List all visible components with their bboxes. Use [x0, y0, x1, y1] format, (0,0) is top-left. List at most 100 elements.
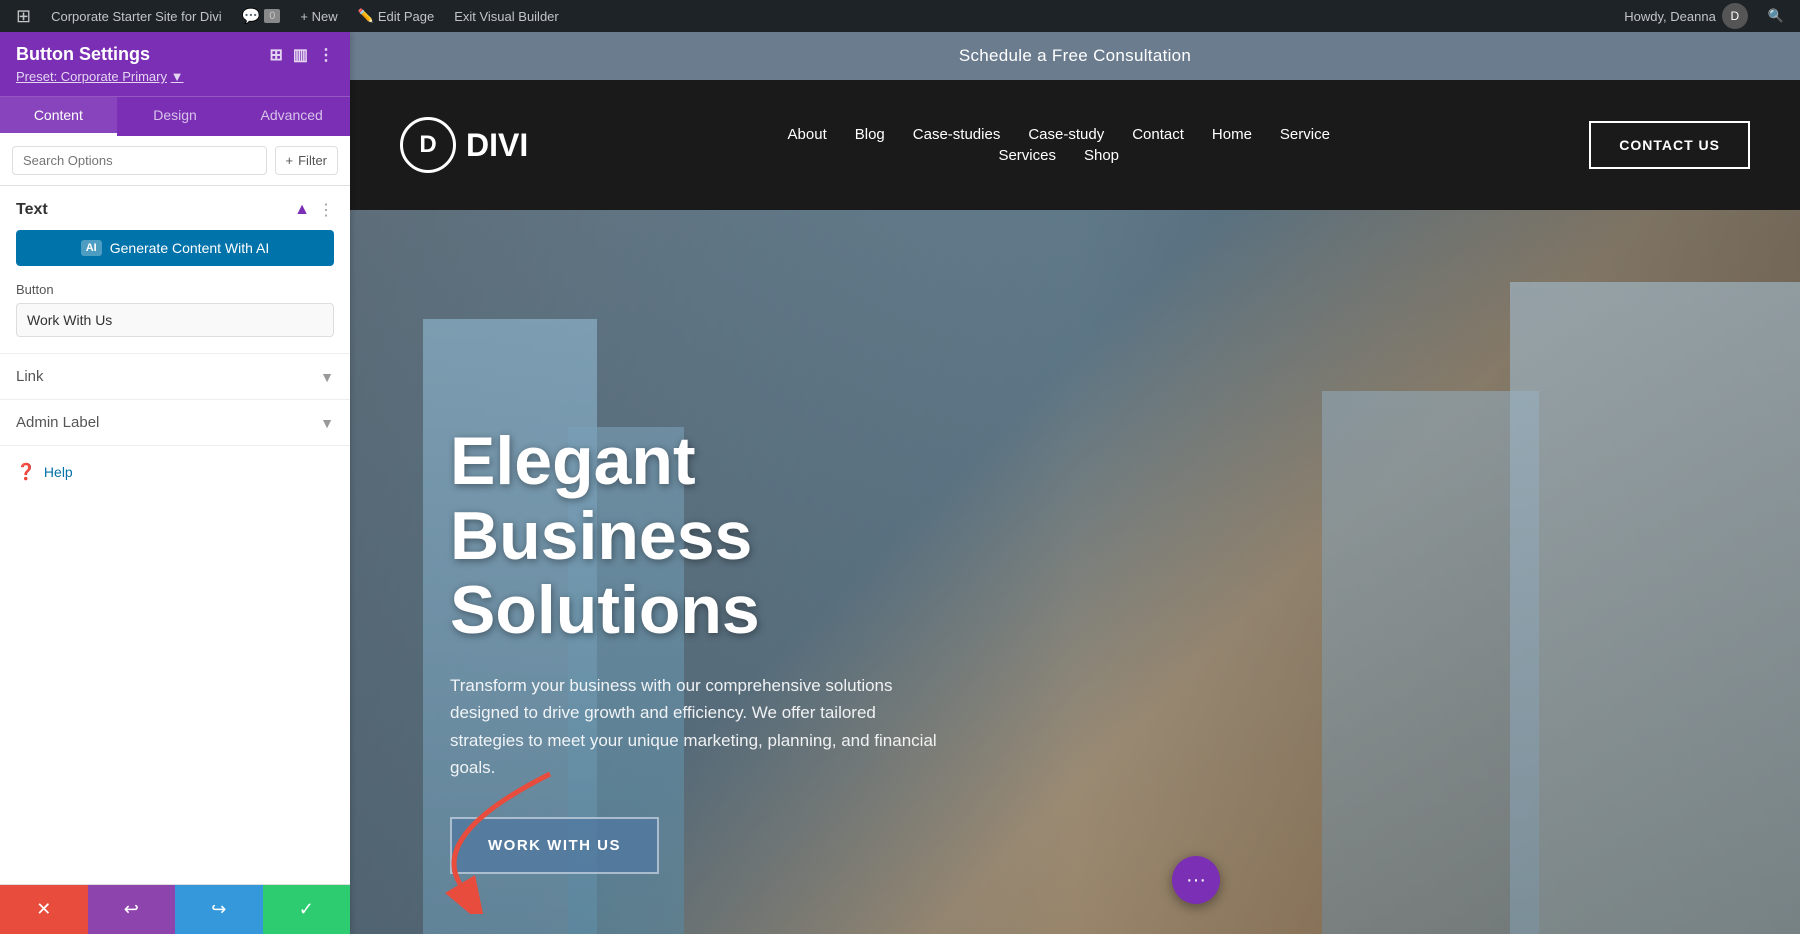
site-name-text: Corporate Starter Site for Divi: [51, 9, 222, 24]
search-options-input[interactable]: [12, 146, 267, 175]
tab-content[interactable]: Content: [0, 97, 117, 136]
undo-icon: ↩: [124, 899, 139, 920]
site-nav: About Blog Case-studies Case-study Conta…: [788, 126, 1330, 164]
logo-name: DIVI: [466, 127, 528, 164]
exit-vb-item[interactable]: Exit Visual Builder: [446, 0, 567, 32]
ai-icon-badge: AI: [81, 240, 102, 256]
admin-search-button[interactable]: 🔍: [1760, 0, 1792, 32]
panel-icon-more[interactable]: ⋮: [318, 45, 334, 65]
nav-home[interactable]: Home: [1212, 126, 1252, 143]
filter-plus-icon: +: [286, 153, 294, 168]
user-avatar: D: [1722, 3, 1748, 29]
wp-logo-item[interactable]: ⊞: [8, 0, 39, 32]
panel-icon-responsive[interactable]: ⊞: [269, 45, 282, 65]
site-preview: Schedule a Free Consultation D DIVI Abou…: [350, 32, 1800, 934]
user-menu[interactable]: Howdy, Deanna D: [1616, 0, 1756, 32]
section-dots-icon: ⋮: [318, 200, 334, 220]
chevron-up-icon: ▲: [294, 201, 310, 219]
tab-design-label: Design: [153, 107, 197, 123]
logo-letter: D: [419, 131, 436, 159]
search-icon: 🔍: [1768, 8, 1784, 24]
contact-us-label: CONTACT US: [1619, 137, 1720, 153]
hero-work-with-us-button[interactable]: WORK WITH US: [450, 817, 659, 874]
nav-services[interactable]: Services: [998, 147, 1056, 164]
nav-about[interactable]: About: [788, 126, 827, 143]
tab-content-label: Content: [34, 107, 83, 123]
site-logo: D DIVI: [400, 117, 528, 173]
close-icon: ✕: [36, 899, 51, 920]
schedule-bar-text: Schedule a Free Consultation: [959, 46, 1191, 65]
panel-title-text: Button Settings: [16, 44, 150, 65]
admin-label-header[interactable]: Admin Label ▼: [16, 400, 334, 445]
exit-vb-label: Exit Visual Builder: [454, 9, 559, 24]
redo-icon: ↪: [211, 899, 226, 920]
nav-contact[interactable]: Contact: [1132, 126, 1184, 143]
contact-us-button[interactable]: CONTACT US: [1589, 121, 1750, 169]
nav-case-study[interactable]: Case-study: [1028, 126, 1104, 143]
link-chevron-icon: ▼: [320, 369, 334, 385]
main-layout: Button Settings ⊞ ▥ ⋮ Preset: Corporate …: [0, 32, 1800, 934]
tab-advanced[interactable]: Advanced: [233, 97, 350, 136]
new-content-label: + New: [300, 9, 337, 24]
nav-row-1: About Blog Case-studies Case-study Conta…: [788, 126, 1330, 143]
comments-count: 0: [264, 9, 280, 23]
filter-button[interactable]: + Filter: [275, 146, 338, 175]
button-settings-panel: Button Settings ⊞ ▥ ⋮ Preset: Corporate …: [0, 32, 350, 934]
nav-blog[interactable]: Blog: [855, 126, 885, 143]
help-label: Help: [44, 464, 73, 480]
hero-content: Elegant Business Solutions Transform you…: [350, 384, 1050, 934]
save-button[interactable]: ✓: [263, 885, 351, 934]
panel-title-row: Button Settings ⊞ ▥ ⋮: [16, 44, 334, 65]
panel-preset-arrow: ▼: [171, 69, 184, 84]
building-right: [1510, 282, 1800, 934]
close-button[interactable]: ✕: [0, 885, 88, 934]
admin-label-text: Admin Label: [16, 414, 99, 431]
text-section-actions: ▲ ⋮: [294, 200, 334, 220]
site-header: D DIVI About Blog Case-studies Case-stud…: [350, 80, 1800, 210]
edit-page-label: Edit Page: [378, 9, 434, 24]
save-icon: ✓: [299, 899, 314, 920]
panel-content: + Filter Text ▲ ⋮ AI Generate Content Wi…: [0, 136, 350, 884]
tab-design[interactable]: Design: [117, 97, 234, 136]
panel-preset[interactable]: Preset: Corporate Primary ▼: [16, 69, 334, 84]
text-section-title: Text: [16, 201, 48, 219]
undo-button[interactable]: ↩: [88, 885, 176, 934]
building-far-right: [1322, 391, 1540, 934]
admin-label-section: Admin Label ▼: [0, 399, 350, 445]
nav-service[interactable]: Service: [1280, 126, 1330, 143]
panel-tabs: Content Design Advanced: [0, 96, 350, 136]
hero-section: Elegant Business Solutions Transform you…: [350, 210, 1800, 934]
link-section-label: Link: [16, 368, 44, 385]
hero-btn-label: WORK WITH US: [488, 837, 621, 854]
nav-shop[interactable]: Shop: [1084, 147, 1119, 164]
ai-generate-label: Generate Content With AI: [110, 240, 270, 256]
comment-icon: 💬: [242, 7, 261, 25]
panel-preset-text: Preset: Corporate Primary: [16, 69, 167, 84]
tab-advanced-label: Advanced: [261, 107, 323, 123]
floating-menu-button[interactable]: ···: [1172, 856, 1220, 904]
comments-item[interactable]: 💬 0: [234, 0, 289, 32]
panel-icon-layout[interactable]: ▥: [293, 45, 308, 65]
edit-page-item[interactable]: ✏️ Edit Page: [350, 0, 443, 32]
panel-bottom-bar: ✕ ↩ ↪ ✓: [0, 884, 350, 934]
button-text-input[interactable]: [16, 303, 334, 337]
floating-menu-icon: ···: [1186, 869, 1206, 892]
link-section: Link ▼: [0, 353, 350, 399]
admin-label-chevron-icon: ▼: [320, 415, 334, 431]
panel-header: Button Settings ⊞ ▥ ⋮ Preset: Corporate …: [0, 32, 350, 96]
edit-icon: ✏️: [358, 8, 374, 24]
redo-button[interactable]: ↪: [175, 885, 263, 934]
button-field-label: Button: [16, 282, 334, 297]
panel-title-icons: ⊞ ▥ ⋮: [269, 45, 334, 65]
help-section[interactable]: ❓ Help: [0, 445, 350, 498]
nav-row-2: Services Shop: [998, 147, 1119, 164]
button-field-group: Button: [0, 282, 350, 353]
new-content-item[interactable]: + New: [292, 0, 345, 32]
filter-label: Filter: [298, 153, 327, 168]
link-section-header[interactable]: Link ▼: [16, 354, 334, 399]
text-section-header[interactable]: Text ▲ ⋮: [0, 186, 350, 230]
ai-generate-button[interactable]: AI Generate Content With AI: [16, 230, 334, 266]
hero-subtitle: Transform your business with our compreh…: [450, 672, 950, 781]
site-name-item[interactable]: Corporate Starter Site for Divi: [43, 0, 230, 32]
nav-case-studies[interactable]: Case-studies: [913, 126, 1001, 143]
